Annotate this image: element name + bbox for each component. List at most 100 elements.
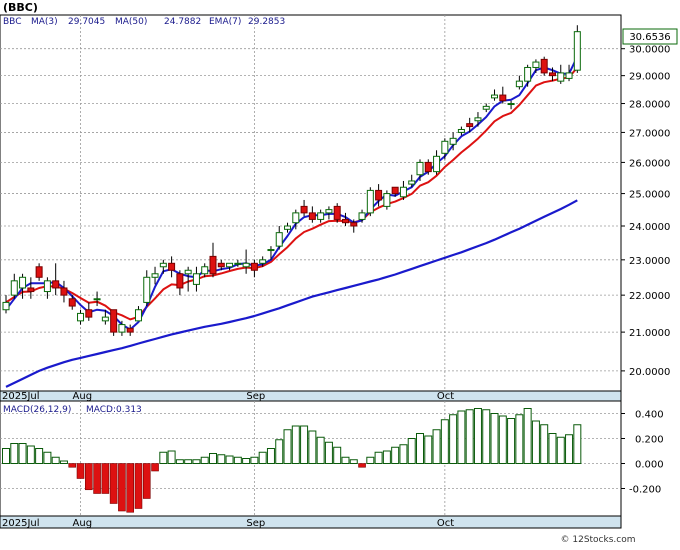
candle-body — [424, 161, 432, 173]
macd-bar — [531, 420, 540, 464]
macd-bar — [151, 463, 159, 472]
candle-body — [399, 186, 407, 198]
macd-bar — [266, 448, 275, 464]
date-label: Oct — [437, 518, 454, 529]
price-tick-label: 27.0000 — [629, 128, 670, 139]
macd-bar — [134, 463, 143, 509]
candle-body — [184, 269, 192, 275]
candle-body — [234, 262, 242, 265]
candle-body — [93, 298, 101, 301]
macd-bar — [548, 433, 557, 464]
candle-body — [474, 117, 482, 122]
macd-bar — [142, 463, 151, 499]
macd-bar — [93, 463, 101, 494]
macd-bar — [324, 441, 333, 464]
macd-bar — [473, 408, 482, 464]
candle-body — [77, 312, 85, 322]
candle-body — [416, 161, 424, 176]
candle-body — [441, 140, 449, 154]
macd-bar — [217, 454, 226, 464]
candle-body — [408, 180, 416, 185]
macd-bar — [43, 451, 52, 464]
macd-bar — [109, 463, 118, 504]
macd-bar — [18, 443, 27, 464]
candle-body — [540, 58, 548, 74]
macd-bar — [349, 459, 358, 464]
macd-bar — [26, 445, 35, 464]
candle-body — [383, 193, 391, 207]
macd-bar — [407, 438, 416, 464]
macd-bar — [225, 455, 234, 464]
candle-body — [325, 209, 333, 214]
macd-bar — [167, 450, 176, 464]
candle-body — [134, 309, 142, 322]
candle-body — [375, 189, 383, 201]
candle-body — [151, 273, 159, 278]
candle-body — [557, 72, 565, 82]
candle-body — [52, 280, 60, 289]
candle-body — [515, 80, 523, 88]
macd-bar — [233, 456, 242, 464]
macd-bar — [101, 463, 110, 494]
candle-body — [209, 255, 217, 275]
candle-body — [217, 262, 225, 268]
chart-svg: 20.0000 21.0000 22.0000 23.0000 24.0000 25.00… — [0, 0, 680, 546]
candle — [333, 203, 341, 223]
bottom-date-band — [0, 515, 622, 529]
candle-body — [457, 128, 465, 133]
candle-body — [60, 287, 68, 296]
price-tick-label: 28.0000 — [629, 100, 670, 111]
macd-bar — [209, 453, 217, 464]
date-label: Oct — [437, 391, 454, 402]
candle-body — [350, 222, 358, 227]
candle-body — [143, 276, 151, 303]
candle-body — [126, 327, 134, 333]
macd-bar — [523, 408, 532, 464]
candle-body — [27, 287, 35, 293]
macd-bar — [275, 439, 284, 464]
symbol-label: (BBC) — [3, 1, 38, 14]
macd-bar — [341, 456, 350, 464]
candle-body — [68, 298, 76, 307]
date-label: Sep — [246, 391, 265, 402]
macd-bar — [424, 435, 433, 464]
candle-body — [482, 105, 490, 110]
candle-body — [507, 103, 515, 106]
candle-body — [433, 155, 441, 173]
date-label: Aug — [73, 391, 93, 402]
candle-body — [292, 212, 300, 224]
candle-body — [499, 94, 507, 102]
macd-bar — [316, 436, 325, 464]
macd-bar — [184, 459, 193, 464]
macd-bar — [250, 456, 259, 464]
macd-bar — [391, 446, 400, 464]
macd-bar — [2, 448, 10, 464]
date-label: Sep — [246, 518, 265, 529]
candle — [366, 187, 374, 217]
macd-value-label: MACD:0.313 — [86, 405, 142, 415]
candle-body — [259, 259, 267, 264]
macd-title: MACD(26,12,9) — [3, 405, 71, 415]
macd-bar — [440, 419, 449, 464]
candle-body — [267, 249, 275, 252]
candle-body — [201, 266, 209, 275]
candle-body — [159, 262, 167, 268]
macd-bar — [482, 409, 491, 464]
candle-body — [548, 72, 556, 77]
macd-tick-label: 0.000 — [635, 460, 664, 471]
macd-bar — [200, 456, 209, 464]
candle-body — [2, 301, 10, 311]
macd-bar — [358, 463, 366, 468]
date-band — [0, 390, 622, 402]
candle-body — [524, 66, 532, 82]
legend-item: MA(3) — [31, 17, 58, 27]
candle-body — [85, 309, 93, 318]
date-label: 2025Jul — [2, 391, 40, 402]
macd-bar — [159, 451, 168, 464]
macd-bar — [192, 459, 201, 464]
candle-body — [110, 309, 118, 333]
candle-body — [43, 280, 51, 293]
candle-body — [466, 123, 474, 128]
macd-bar — [573, 424, 582, 464]
macd-bar — [283, 429, 292, 464]
